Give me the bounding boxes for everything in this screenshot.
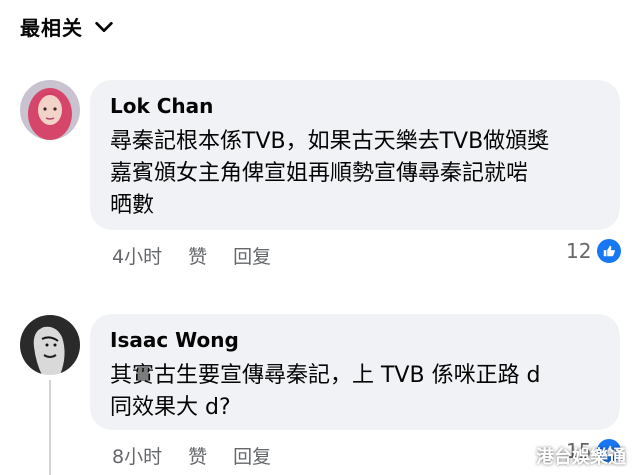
comment-bubble: Lok Chan 尋秦記根本係TVB，如果古天樂去TVB做頒獎 嘉賓頒女主角俾宣… (90, 80, 620, 230)
thread-line (49, 380, 51, 475)
sort-dropdown[interactable]: 最相关 (20, 12, 115, 41)
comment-actions: 8小时 赞 回复 (112, 442, 297, 469)
thumbs-up-icon (597, 239, 622, 263)
comment-time[interactable]: 4小时 (112, 242, 162, 269)
like-button[interactable]: 赞 (188, 242, 207, 269)
chevron-down-icon (95, 21, 113, 32)
reply-button[interactable]: 回复 (233, 242, 271, 269)
comment-actions: 4小时 赞 回复 (112, 242, 297, 269)
comment-time[interactable]: 8小时 (112, 442, 162, 469)
reply-button[interactable]: 回复 (233, 442, 271, 469)
comment-author[interactable]: Lok Chan (110, 92, 600, 120)
comment-text: 尋秦記根本係TVB，如果古天樂去TVB做頒獎 嘉賓頒女主角俾宣姐再順勢宣傳尋秦記… (110, 129, 550, 218)
avatar[interactable] (20, 315, 80, 375)
reaction-count: 12 (566, 239, 592, 263)
sort-label: 最相关 (20, 16, 83, 40)
watermark: 港台娛樂通 (536, 447, 626, 468)
like-button[interactable]: 赞 (188, 442, 207, 469)
comment-author[interactable]: Isaac Wong (110, 326, 600, 354)
avatar[interactable] (20, 80, 80, 140)
comment-bubble: Isaac Wong 其實古生要宣傳尋秦記，上 TVB 係咪正路 d 同效果大 … (90, 314, 620, 430)
monochrome-face-avatar-icon (20, 315, 80, 375)
person-red-hair-avatar-icon (20, 80, 80, 140)
reaction-summary[interactable]: 12 (566, 239, 622, 263)
comment-text: 其實古生要宣傳尋秦記，上 TVB 係咪正路 d 同效果大 d? (110, 363, 541, 420)
